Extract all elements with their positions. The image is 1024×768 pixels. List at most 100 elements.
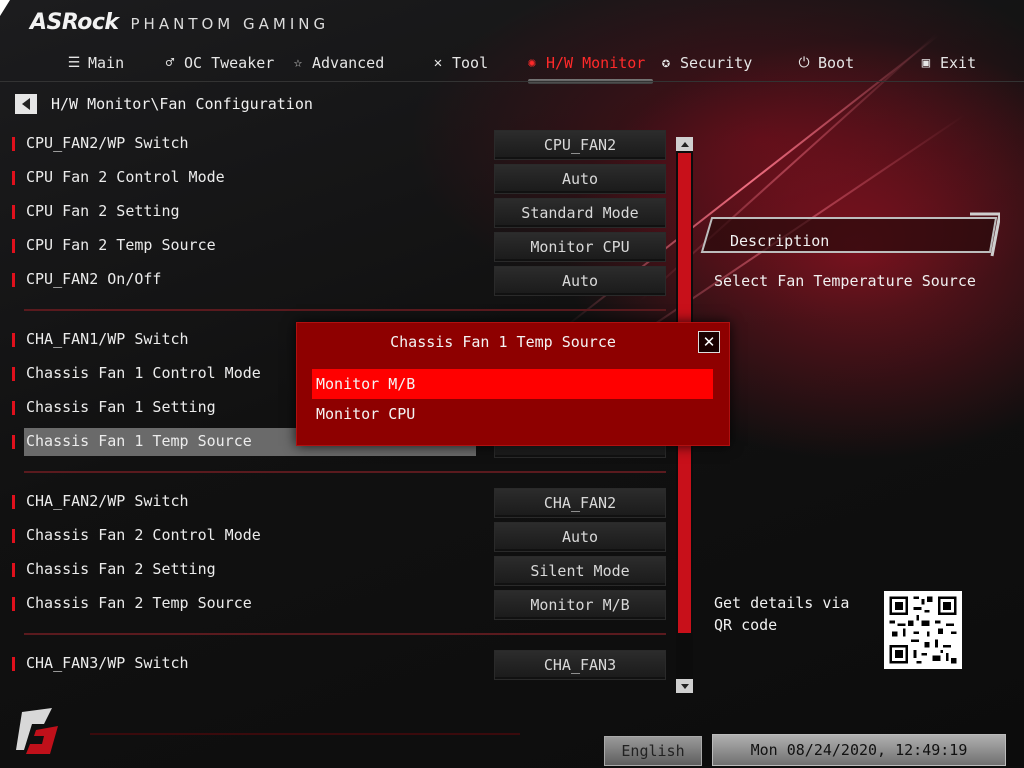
qr-code-image xyxy=(884,591,962,669)
row-marker xyxy=(12,401,15,415)
breadcrumb-path: H/W Monitor\Fan Configuration xyxy=(51,95,313,113)
setting-row[interactable]: CPU_FAN2/WP Switch CPU_FAN2 xyxy=(10,130,670,160)
tab-tool[interactable]: ✕ Tool xyxy=(430,50,488,76)
scroll-up-button[interactable] xyxy=(676,137,693,151)
row-marker xyxy=(12,239,15,253)
description-title: Description xyxy=(730,232,830,250)
scroll-down-button[interactable] xyxy=(676,679,693,693)
setting-label: CPU_FAN2 On/Off xyxy=(26,270,162,288)
tab-label: Security xyxy=(680,54,753,72)
tab-hw-monitor[interactable]: ✺ H/W Monitor xyxy=(524,50,654,84)
setting-value-button[interactable]: Auto xyxy=(494,522,666,552)
arrow-up-icon xyxy=(680,141,689,147)
setting-label: Chassis Fan 1 Temp Source xyxy=(26,432,252,450)
setting-value-button[interactable]: CHA_FAN3 xyxy=(494,650,666,680)
description-header: Description xyxy=(700,212,1000,258)
setting-label: CPU Fan 2 Temp Source xyxy=(26,236,216,254)
row-marker xyxy=(12,563,15,577)
section-divider xyxy=(24,471,666,473)
close-icon[interactable]: ✕ xyxy=(698,331,720,353)
breadcrumb: H/W Monitor\Fan Configuration xyxy=(15,94,313,114)
asrock-logo: ASRock PHANTOM GAMING xyxy=(30,10,329,38)
setting-row[interactable]: Chassis Fan 2 Temp Source Monitor M/B xyxy=(10,590,670,620)
popup-option[interactable]: Monitor CPU xyxy=(312,399,713,429)
setting-value-button[interactable]: CPU_FAN2 xyxy=(494,130,666,160)
setting-value-button[interactable]: Auto xyxy=(494,164,666,194)
row-marker xyxy=(12,205,15,219)
tab-security[interactable]: ✪ Security xyxy=(658,50,752,76)
star-icon: ☆ xyxy=(293,55,303,71)
tab-oc-tweaker[interactable]: ♂ OC Tweaker xyxy=(162,50,275,76)
list-icon: ☰ xyxy=(67,55,81,71)
setting-row[interactable]: CHA_FAN3/WP Switch CHA_FAN3 xyxy=(10,650,670,680)
mouse-cursor-icon xyxy=(0,0,10,16)
top-navigation: ☰ Main ♂ OC Tweaker ☆ Advanced ✕ Tool ✺ … xyxy=(0,46,1024,84)
popup-title: Chassis Fan 1 Temp Source xyxy=(390,333,616,351)
row-marker xyxy=(12,597,15,611)
shield-icon: ✪ xyxy=(661,55,671,71)
temp-source-popup: Chassis Fan 1 Temp Source ✕ Monitor M/B … xyxy=(296,322,730,446)
power-icon: ⏻ xyxy=(798,55,810,71)
setting-label: CPU Fan 2 Control Mode xyxy=(26,168,225,186)
setting-row[interactable]: CHA_FAN2/WP Switch CHA_FAN2 xyxy=(10,488,670,518)
brand-tagline: PHANTOM GAMING xyxy=(130,15,330,33)
setting-label: CHA_FAN1/WP Switch xyxy=(26,330,189,348)
rocket-icon: ♂ xyxy=(165,55,175,71)
tab-label: OC Tweaker xyxy=(184,54,275,72)
tab-label: H/W Monitor xyxy=(546,54,646,72)
setting-label: CHA_FAN2/WP Switch xyxy=(26,492,189,510)
nav-divider xyxy=(0,81,1024,82)
row-marker xyxy=(12,367,15,381)
setting-label: Chassis Fan 2 Control Mode xyxy=(26,526,261,544)
tab-label: Tool xyxy=(452,54,489,72)
exit-door-icon: ▣ xyxy=(921,55,931,71)
setting-label: CHA_FAN3/WP Switch xyxy=(26,654,189,672)
tab-main[interactable]: ☰ Main xyxy=(66,50,124,76)
tools-icon: ✕ xyxy=(433,55,443,71)
setting-label: CPU Fan 2 Setting xyxy=(26,202,180,220)
setting-label: Chassis Fan 1 Setting xyxy=(26,398,216,416)
row-marker xyxy=(12,137,15,151)
tab-label: Main xyxy=(88,54,125,72)
language-button[interactable]: English xyxy=(604,736,702,766)
setting-row[interactable]: CPU_FAN2 On/Off Auto xyxy=(10,266,670,296)
back-arrow-icon xyxy=(22,98,30,110)
setting-row[interactable]: CPU Fan 2 Setting Standard Mode xyxy=(10,198,670,228)
row-marker xyxy=(12,273,15,287)
setting-row[interactable]: Chassis Fan 2 Control Mode Auto xyxy=(10,522,670,552)
phantom-gaming-logo-icon xyxy=(16,708,58,754)
setting-value-button[interactable]: Standard Mode xyxy=(494,198,666,228)
arrow-down-icon xyxy=(680,683,689,689)
datetime-display: Mon 08/24/2020, 12:49:19 xyxy=(712,734,1006,766)
setting-value-button[interactable]: Monitor CPU xyxy=(494,232,666,262)
setting-row[interactable]: Chassis Fan 2 Setting Silent Mode xyxy=(10,556,670,586)
tab-label: Boot xyxy=(818,54,855,72)
row-marker xyxy=(12,529,15,543)
tab-label: Exit xyxy=(940,54,977,72)
setting-value-button[interactable]: Silent Mode xyxy=(494,556,666,586)
description-text: Select Fan Temperature Source xyxy=(714,272,976,290)
tab-exit[interactable]: ▣ Exit xyxy=(918,50,976,76)
setting-value-button[interactable]: CHA_FAN2 xyxy=(494,488,666,518)
back-button[interactable] xyxy=(15,94,37,114)
section-divider xyxy=(24,633,666,635)
setting-label: Chassis Fan 2 Setting xyxy=(26,560,216,578)
setting-row[interactable]: CPU Fan 2 Control Mode Auto xyxy=(10,164,670,194)
popup-option-selected[interactable]: Monitor M/B xyxy=(312,369,713,399)
section-divider xyxy=(24,309,666,311)
row-marker xyxy=(12,435,15,449)
monitor-gauge-icon: ✺ xyxy=(527,55,537,71)
setting-value-button[interactable]: Auto xyxy=(494,266,666,296)
tab-advanced[interactable]: ☆ Advanced xyxy=(290,50,384,76)
footer-divider xyxy=(90,733,520,735)
tab-boot[interactable]: ⏻ Boot xyxy=(796,50,854,76)
row-marker xyxy=(12,657,15,671)
brand-name: ASRock xyxy=(30,10,119,35)
setting-value-button[interactable]: Monitor M/B xyxy=(494,590,666,620)
row-marker xyxy=(12,495,15,509)
tab-label: Advanced xyxy=(312,54,385,72)
setting-label: Chassis Fan 2 Temp Source xyxy=(26,594,252,612)
setting-row[interactable]: CPU Fan 2 Temp Source Monitor CPU xyxy=(10,232,670,262)
setting-label: CPU_FAN2/WP Switch xyxy=(26,134,189,152)
setting-label: Chassis Fan 1 Control Mode xyxy=(26,364,261,382)
